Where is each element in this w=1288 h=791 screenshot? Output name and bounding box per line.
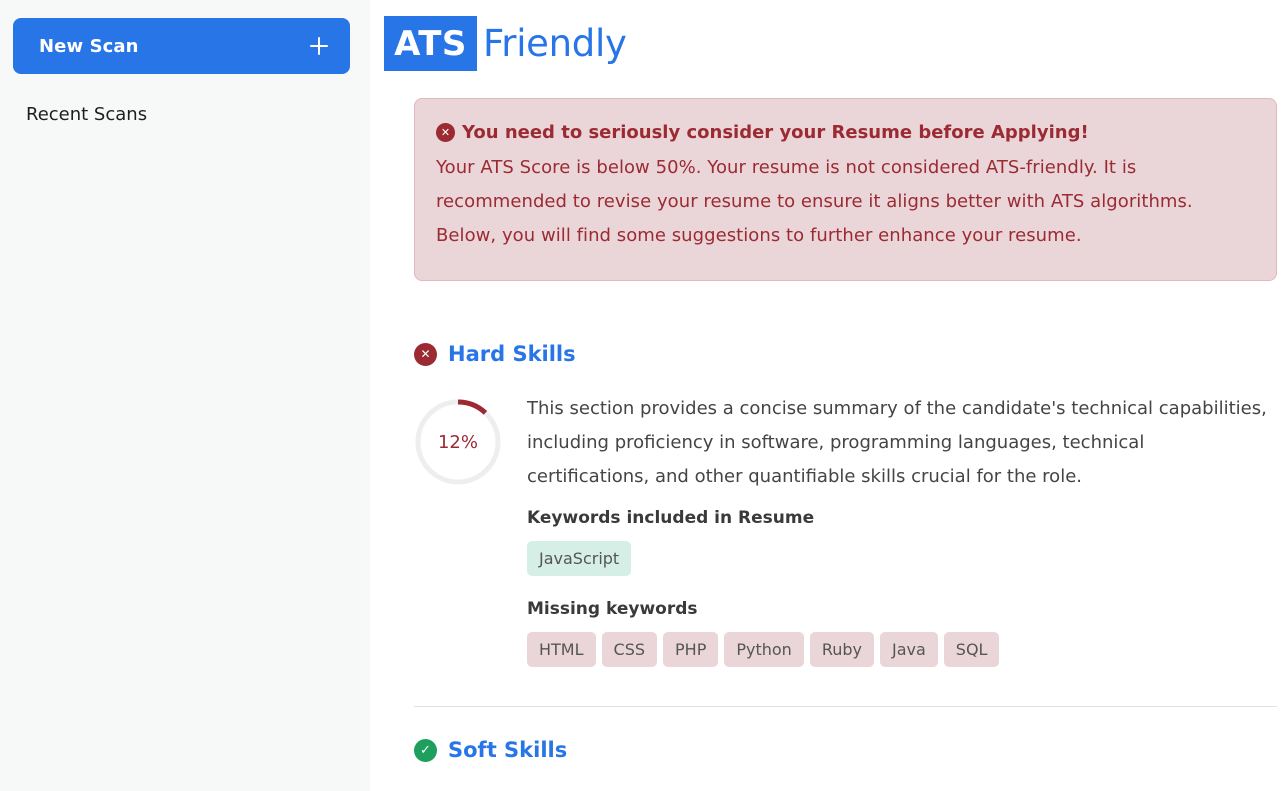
logo-friendly: Friendly	[483, 22, 627, 65]
recent-scans-heading: Recent Scans	[26, 104, 148, 125]
app: New Scan Recent Scans ATS Friendly ✕ You…	[0, 0, 1288, 791]
plus-icon	[310, 37, 328, 55]
soft-skills-title: Soft Skills	[448, 738, 568, 762]
soft-skills-heading: ✓ Soft Skills	[414, 738, 567, 762]
keyword-chip: Python	[724, 632, 804, 667]
alert-title-row: ✕ You need to seriously consider your Re…	[436, 119, 1256, 145]
keyword-chip: SQL	[943, 632, 1000, 667]
keyword-chip: PHP	[663, 632, 719, 667]
missing-keywords-label: Missing keywords	[527, 599, 698, 619]
ats-score-alert: ✕ You need to seriously consider your Re…	[414, 98, 1277, 281]
logo: ATS Friendly	[384, 16, 627, 71]
section-divider	[414, 706, 1277, 707]
keyword-chip: Ruby	[809, 632, 874, 667]
missing-keywords-list: HTML CSS PHP Python Ruby Java SQL	[527, 632, 1000, 667]
logo-ats: ATS	[384, 16, 477, 71]
x-circle-icon: ✕	[436, 122, 455, 142]
x-circle-icon: ✕	[414, 342, 437, 366]
included-keywords-list: JavaScript	[527, 541, 632, 576]
keyword-chip: CSS	[601, 632, 658, 667]
sidebar: New Scan Recent Scans	[0, 0, 370, 791]
new-scan-button[interactable]: New Scan	[13, 18, 350, 74]
hard-skills-heading: ✕ Hard Skills	[414, 342, 576, 366]
hard-skills-score-gauge: 12%	[414, 398, 502, 486]
keyword-chip: JavaScript	[527, 541, 632, 576]
new-scan-label: New Scan	[39, 35, 139, 57]
alert-title: You need to seriously consider your Resu…	[462, 121, 1089, 143]
included-keywords-label: Keywords included in Resume	[527, 508, 815, 528]
keyword-chip: HTML	[527, 632, 596, 667]
check-circle-icon: ✓	[414, 738, 437, 762]
hard-skills-description: This section provides a concise summary …	[527, 398, 1267, 487]
keyword-chip: Java	[879, 632, 938, 667]
alert-body: Your ATS Score is below 50%. Your resume…	[436, 157, 1193, 246]
hard-skills-title: Hard Skills	[448, 342, 576, 366]
hard-skills-score: 12%	[437, 431, 478, 453]
